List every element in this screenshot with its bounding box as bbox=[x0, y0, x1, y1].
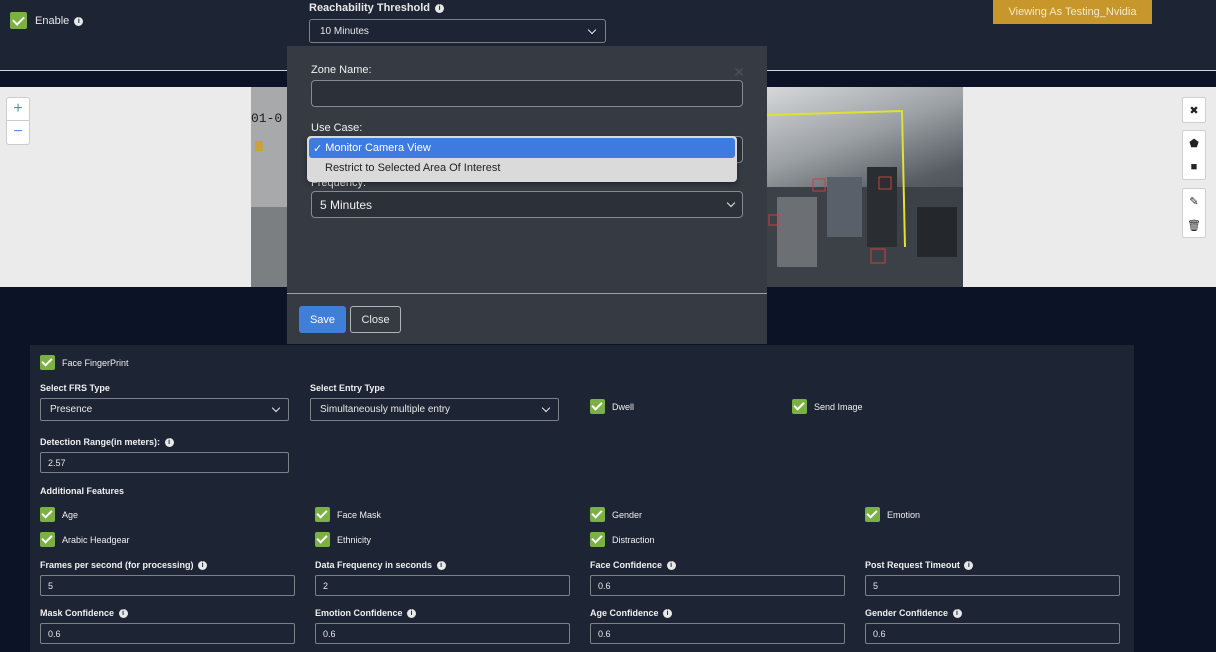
gender-checkbox[interactable]: Gender bbox=[590, 507, 642, 522]
info-icon[interactable]: i bbox=[436, 561, 446, 570]
save-button[interactable]: Save bbox=[299, 306, 346, 333]
square-icon[interactable]: ■ bbox=[1191, 161, 1198, 173]
mask-confidence-input[interactable]: 0.6 bbox=[40, 623, 295, 644]
check-icon bbox=[40, 532, 55, 547]
info-icon[interactable]: i bbox=[435, 4, 445, 13]
check-icon bbox=[865, 507, 880, 522]
frs-type-label: Select FRS Type bbox=[40, 383, 110, 393]
age-confidence-input[interactable]: 0.6 bbox=[590, 623, 845, 644]
polygon-icon[interactable]: ⬟ bbox=[1189, 137, 1199, 150]
arabic-headgear-checkbox[interactable]: Arabic Headgear bbox=[40, 532, 130, 547]
distraction-checkbox[interactable]: Distraction bbox=[590, 532, 655, 547]
trash-icon[interactable]: 🗑 bbox=[1187, 219, 1201, 232]
check-icon bbox=[315, 532, 330, 547]
data-frequency-input[interactable]: 2 bbox=[315, 575, 570, 596]
check-icon bbox=[315, 507, 330, 522]
additional-features-heading: Additional Features bbox=[40, 486, 125, 496]
delete-shape-tool[interactable]: ✖ bbox=[1182, 97, 1206, 123]
frequency-select[interactable]: 5 Minutes bbox=[311, 191, 743, 218]
dwell-checkbox[interactable]: Dwell bbox=[590, 399, 634, 414]
camera-image-right bbox=[767, 87, 963, 287]
close-button[interactable]: Close bbox=[350, 306, 401, 333]
zoom-in-button[interactable]: + bbox=[7, 98, 29, 121]
zoom-out-button[interactable]: − bbox=[7, 121, 29, 144]
zone-name-input[interactable] bbox=[311, 80, 743, 107]
emotion-confidence-input[interactable]: 0.6 bbox=[315, 623, 570, 644]
check-icon bbox=[590, 399, 605, 414]
check-icon bbox=[40, 355, 55, 370]
info-icon[interactable]: i bbox=[666, 561, 676, 570]
camera-scene-graphic bbox=[767, 109, 963, 287]
use-case-option-restrict[interactable]: Restrict to Selected Area Of Interest bbox=[309, 158, 735, 178]
fps-input[interactable]: 5 bbox=[40, 575, 295, 596]
edit-icon[interactable]: ✎ bbox=[1189, 195, 1198, 208]
close-icon[interactable]: ✖ bbox=[1189, 104, 1198, 117]
info-icon[interactable]: i bbox=[407, 609, 417, 618]
use-case-option-monitor[interactable]: ✓ Monitor Camera View bbox=[309, 138, 735, 158]
reachability-select[interactable]: 10 Minutes bbox=[309, 19, 606, 43]
check-icon bbox=[10, 12, 27, 29]
info-icon[interactable]: i bbox=[663, 609, 673, 618]
send-image-checkbox[interactable]: Send Image bbox=[792, 399, 863, 414]
enable-label: Enable bbox=[35, 14, 70, 27]
face-confidence-input[interactable]: 0.6 bbox=[590, 575, 845, 596]
info-icon[interactable]: i bbox=[964, 561, 974, 570]
reachability-label: Reachability Threshold i bbox=[309, 2, 445, 14]
age-confidence-label: Age Confidence i bbox=[590, 608, 673, 618]
check-icon bbox=[792, 399, 807, 414]
ethnicity-checkbox[interactable]: Ethnicity bbox=[315, 532, 371, 547]
emotion-checkbox[interactable]: Emotion bbox=[865, 507, 920, 522]
zone-name-label: Zone Name: bbox=[311, 64, 372, 76]
chevron-down-icon bbox=[726, 198, 736, 208]
frequency-value: 5 Minutes bbox=[320, 197, 373, 212]
draw-tools: ⬟ ■ bbox=[1182, 130, 1206, 180]
camera-timestamp: 01-0 bbox=[251, 111, 283, 126]
check-icon bbox=[590, 532, 605, 547]
mask-confidence-label: Mask Confidence i bbox=[40, 608, 128, 618]
camera-image-left: 01-0 bbox=[251, 87, 287, 287]
emotion-confidence-label: Emotion Confidence i bbox=[315, 608, 417, 618]
frs-type-select[interactable]: Presence bbox=[40, 398, 289, 421]
check-icon bbox=[590, 507, 605, 522]
chevron-down-icon bbox=[541, 403, 551, 413]
chevron-down-icon bbox=[271, 403, 281, 413]
detection-range-label: Detection Range(in meters): i bbox=[40, 437, 174, 447]
data-frequency-label: Data Frequency in seconds i bbox=[315, 560, 446, 570]
gender-confidence-input[interactable]: 0.6 bbox=[865, 623, 1120, 644]
check-icon bbox=[40, 507, 55, 522]
fps-label: Frames per second (for processing) i bbox=[40, 560, 208, 570]
detection-range-input[interactable]: 2.57 bbox=[40, 452, 289, 473]
modal-divider bbox=[287, 293, 767, 294]
use-case-label: Use Case: bbox=[311, 122, 363, 134]
info-icon[interactable]: i bbox=[952, 609, 962, 618]
chevron-down-icon bbox=[587, 25, 597, 34]
close-icon[interactable]: ✕ bbox=[733, 64, 745, 81]
face-confidence-label: Face Confidence i bbox=[590, 560, 676, 570]
face-mask-checkbox[interactable]: Face Mask bbox=[315, 507, 381, 522]
zone-modal: ✕ Zone Name: Use Case: Frequency: 5 Minu… bbox=[287, 46, 767, 344]
checkmark-icon: ✓ bbox=[313, 142, 323, 155]
info-icon[interactable]: i bbox=[74, 16, 84, 26]
edit-tools: ✎ 🗑 bbox=[1182, 188, 1206, 238]
age-checkbox[interactable]: Age bbox=[40, 507, 78, 522]
face-fingerprint-checkbox[interactable]: Face FingerPrint bbox=[40, 355, 129, 370]
post-timeout-label: Post Request Timeout i bbox=[865, 560, 974, 570]
info-icon[interactable]: i bbox=[198, 561, 208, 570]
use-case-dropdown: ✓ Monitor Camera View Restrict to Select… bbox=[307, 136, 737, 182]
info-icon[interactable]: i bbox=[164, 438, 174, 447]
entry-type-label: Select Entry Type bbox=[310, 383, 385, 393]
post-timeout-input[interactable]: 5 bbox=[865, 575, 1120, 596]
viewing-as-badge: Viewing As Testing_Nvidia bbox=[993, 0, 1152, 24]
entry-type-select[interactable]: Simultaneously multiple entry bbox=[310, 398, 559, 421]
enable-checkbox[interactable]: Enable i bbox=[10, 12, 84, 29]
reachability-value: 10 Minutes bbox=[320, 25, 369, 37]
gender-confidence-label: Gender Confidence i bbox=[865, 608, 962, 618]
zoom-control: + − bbox=[6, 97, 30, 145]
settings-panel: Face FingerPrint Select FRS Type Presenc… bbox=[30, 345, 1134, 652]
info-icon[interactable]: i bbox=[118, 609, 128, 618]
